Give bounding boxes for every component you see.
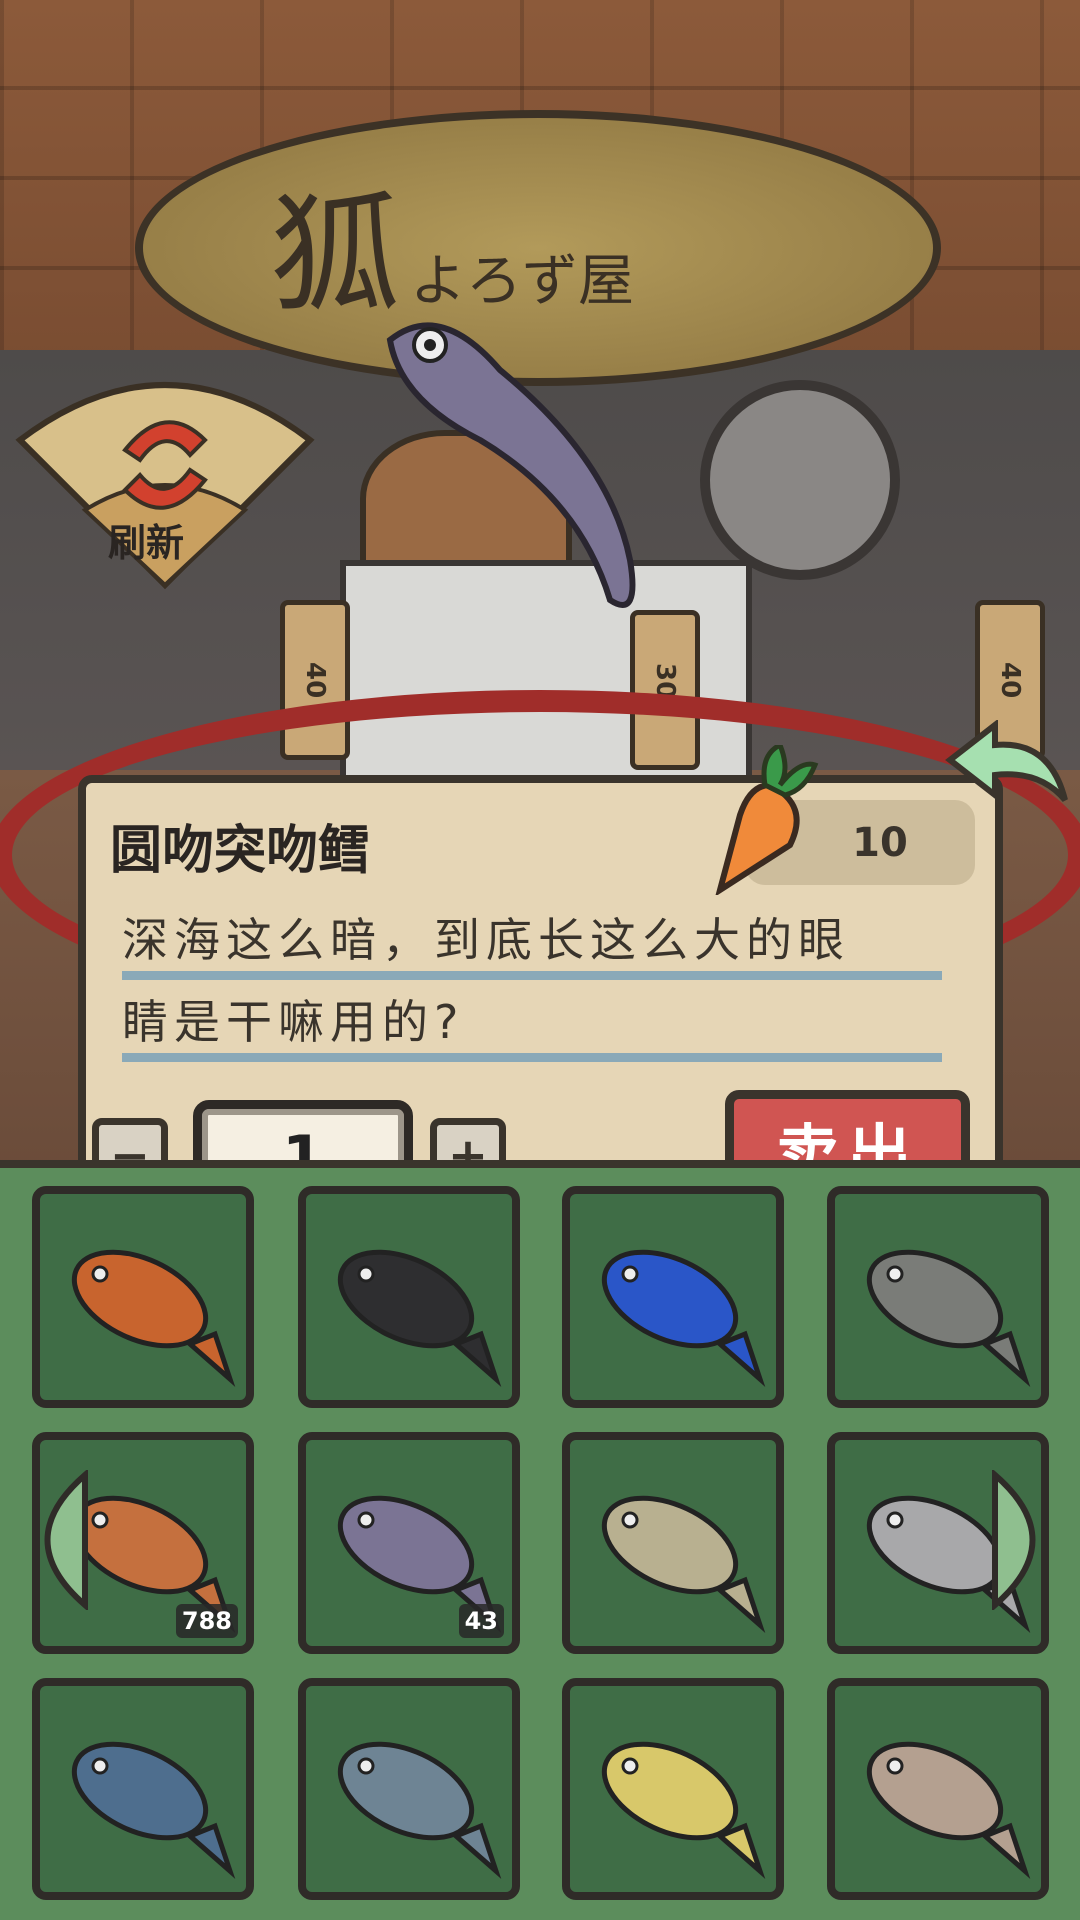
price-value: 10 [852,819,908,866]
lamprey-fish-icon [601,1495,766,1633]
angelfish-fish-icon [601,1741,766,1879]
inventory-slot[interactable]: 43 [298,1432,520,1654]
inventory-slot[interactable] [562,1432,784,1654]
inventory-slot[interactable] [32,1186,254,1408]
grenadier-fish-icon [386,322,636,608]
black-fish-fish-icon [337,1249,502,1387]
description-line-2: 睛是干嘛用的? [122,987,942,1062]
page-right-arrow-icon[interactable] [990,1470,1070,1610]
clock-icon [700,380,900,580]
inventory-slot[interactable] [827,1678,1049,1900]
back-arrow-icon[interactable] [940,720,1070,820]
refresh-label: 刷新 [108,521,185,565]
fish-name: 圆吻突吻鳕 [110,821,371,881]
small-fish-fish-icon [866,1741,1031,1879]
inventory-slot[interactable] [827,1186,1049,1408]
inventory-slot[interactable] [298,1678,520,1900]
description-line-1: 深海这么暗，到底长这么大的眼 [122,905,942,980]
item-count-badge: 43 [458,1604,504,1638]
lionfish-fish-icon [71,1249,236,1387]
page-left-arrow-icon[interactable] [10,1470,90,1610]
inventory-slot[interactable] [298,1186,520,1408]
inventory-slot[interactable] [562,1678,784,1900]
item-count-badge: 788 [175,1604,238,1638]
inventory-slot[interactable] [32,1678,254,1900]
inventory-slot[interactable] [562,1186,784,1408]
trout-fish-icon [337,1741,502,1879]
sturgeon-fish-icon [866,1249,1031,1387]
blue-tang-fish-icon [601,1249,766,1387]
flying-fish-fish-icon [71,1741,236,1879]
carrot-icon [715,745,819,895]
